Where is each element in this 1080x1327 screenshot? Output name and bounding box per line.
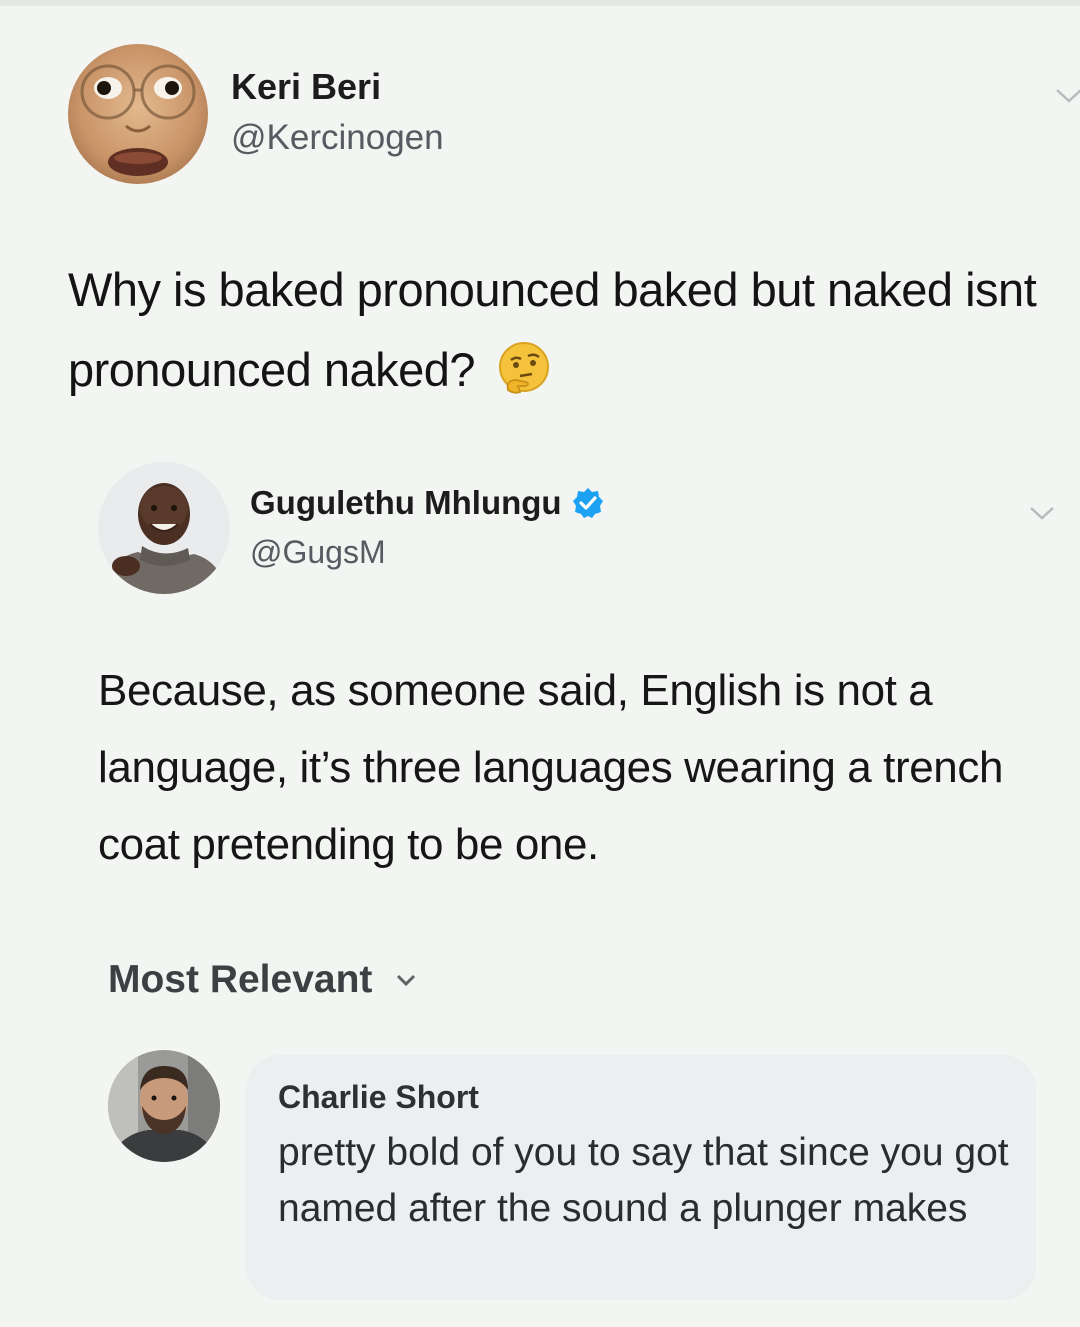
- reply-tweet-author-name[interactable]: Gugulethu Mhlungu: [250, 484, 562, 521]
- original-tweet-text: Why is baked pronounced baked but naked …: [68, 250, 1048, 410]
- reply-tweet-header: Gugulethu Mhlungu @GugsM: [98, 462, 1058, 594]
- reply-tweet-author-handle[interactable]: @GugsM: [250, 534, 386, 571]
- top-divider: [0, 0, 1080, 6]
- screenshot-page: Keri Beri @Kercinogen Why is baked prono…: [0, 0, 1080, 1327]
- comment-bubble: Charlie Short pretty bold of you to say …: [246, 1055, 1036, 1300]
- comment-sort-selector[interactable]: Most Relevant: [108, 958, 417, 1008]
- original-tweet-header: Keri Beri @Kercinogen: [68, 44, 1080, 184]
- charlie-short-avatar[interactable]: [108, 1050, 220, 1162]
- thinking-face-icon: [498, 342, 549, 394]
- comment-sort-label[interactable]: Most Relevant: [108, 958, 372, 1001]
- original-tweet-text-content: Why is baked pronounced baked but naked …: [68, 263, 1037, 396]
- chevron-down-icon[interactable]: [1028, 504, 1056, 522]
- verified-badge-icon: [572, 488, 603, 518]
- chevron-down-icon[interactable]: [395, 973, 417, 987]
- gugulethu-avatar[interactable]: [98, 462, 230, 594]
- keri-beri-avatar[interactable]: [68, 44, 208, 184]
- original-tweet-author-handle[interactable]: @Kercinogen: [231, 118, 444, 158]
- reply-tweet-text: Because, as someone said, English is not…: [98, 666, 1004, 869]
- reply-tweet-author-name-row: Gugulethu Mhlungu: [250, 484, 604, 522]
- comment-text: pretty bold of you to say that since you…: [278, 1131, 1009, 1230]
- chevron-down-icon[interactable]: [1054, 86, 1080, 106]
- original-tweet-author-name[interactable]: Keri Beri: [231, 66, 381, 108]
- comment-author-name[interactable]: Charlie Short: [278, 1079, 479, 1116]
